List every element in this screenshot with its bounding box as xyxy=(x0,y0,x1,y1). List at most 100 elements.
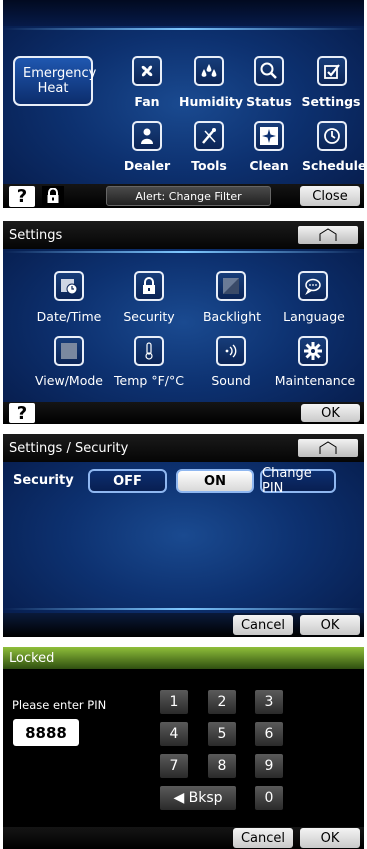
tools-icon xyxy=(202,128,216,144)
locked-screen: Locked Please enter PIN 8888 1 2 3 4 5 6… xyxy=(3,647,364,849)
help-button[interactable]: ? xyxy=(9,186,35,207)
security-label: Security xyxy=(123,309,175,324)
fan-label: Fan xyxy=(134,94,160,109)
change-pin-button[interactable]: Change PIN xyxy=(260,466,336,496)
humidity-icon xyxy=(201,64,217,77)
date-time-label: Date/Time xyxy=(36,309,102,324)
backspace-key[interactable]: ◀ Bksp xyxy=(160,786,236,810)
security-titlebar: Settings / Security xyxy=(3,434,364,462)
house-icon xyxy=(319,441,337,454)
key-6[interactable]: 6 xyxy=(255,722,283,746)
humidity-button[interactable] xyxy=(194,56,224,86)
cancel-button[interactable]: Cancel xyxy=(233,615,293,635)
emergency-heat-label: Emergency Heat xyxy=(23,66,97,96)
bottom-bar: Cancel OK xyxy=(3,613,364,637)
fan-button[interactable] xyxy=(132,56,162,86)
ok-button[interactable]: OK xyxy=(300,615,360,635)
glow-divider xyxy=(3,608,364,610)
lock-icon xyxy=(143,277,155,294)
alert-change-filter[interactable]: Alert: Change Filter xyxy=(106,186,271,206)
key-1[interactable]: 1 xyxy=(160,690,188,714)
language-button[interactable] xyxy=(298,271,328,301)
view-mode-label: View/Mode xyxy=(35,373,103,388)
schedule-label: Schedule xyxy=(302,158,364,173)
backlight-button[interactable] xyxy=(216,271,246,301)
key-8[interactable]: 8 xyxy=(208,754,236,778)
tools-label: Tools xyxy=(191,158,227,173)
key-3[interactable]: 3 xyxy=(255,690,283,714)
status-button[interactable] xyxy=(254,56,284,86)
security-screen: Settings / Security Security OFF ON Chan… xyxy=(3,434,364,637)
lock-button[interactable] xyxy=(42,186,64,206)
security-on-button[interactable]: ON xyxy=(176,469,254,493)
square-icon xyxy=(61,343,77,359)
dealer-button[interactable] xyxy=(132,121,162,151)
pin-prompt: Please enter PIN xyxy=(12,698,107,712)
sparkle-icon xyxy=(260,127,278,145)
bottom-bar: Cancel OK xyxy=(3,827,364,849)
clean-button[interactable] xyxy=(254,121,284,151)
maintenance-label: Maintenance xyxy=(274,373,356,388)
temp-unit-button[interactable] xyxy=(134,336,164,366)
security-button[interactable] xyxy=(134,271,164,301)
key-5[interactable]: 5 xyxy=(208,722,236,746)
page-title: Settings xyxy=(9,227,63,243)
bottom-bar: ? OK xyxy=(3,402,364,424)
status-label: Status xyxy=(246,94,292,109)
language-label: Language xyxy=(283,309,345,324)
clock-icon xyxy=(324,128,340,144)
glow-divider xyxy=(3,251,364,253)
home-screen: Emergency Heat Fan Humidity Status Setti… xyxy=(3,0,364,208)
help-button[interactable]: ? xyxy=(9,403,35,424)
page-title: Settings / Security xyxy=(9,440,129,456)
ok-button[interactable]: OK xyxy=(301,404,360,422)
sound-label: Sound xyxy=(211,373,251,388)
settings-button[interactable] xyxy=(317,56,347,86)
security-label: Security xyxy=(13,473,74,488)
date-time-button[interactable] xyxy=(54,271,84,301)
dealer-label: Dealer xyxy=(123,158,171,173)
locked-titlebar: Locked xyxy=(3,647,364,669)
calendar-clock-icon xyxy=(61,279,78,295)
key-4[interactable]: 4 xyxy=(160,722,188,746)
view-mode-button[interactable] xyxy=(54,336,84,366)
key-2[interactable]: 2 xyxy=(208,690,236,714)
key-7[interactable]: 7 xyxy=(160,754,188,778)
home-button[interactable] xyxy=(298,439,358,457)
settings-titlebar: Settings xyxy=(3,221,364,249)
sound-button[interactable] xyxy=(216,336,246,366)
emergency-heat-button[interactable]: Emergency Heat xyxy=(13,56,97,106)
schedule-button[interactable] xyxy=(317,121,347,151)
home-button[interactable] xyxy=(298,226,358,244)
security-off-button[interactable]: OFF xyxy=(88,469,167,493)
thermometer-icon xyxy=(145,342,153,360)
humidity-label: Humidity xyxy=(179,94,244,109)
page-title: Locked xyxy=(9,650,55,666)
gear-icon xyxy=(304,342,322,360)
cancel-button[interactable]: Cancel xyxy=(233,828,293,848)
tools-button[interactable] xyxy=(194,121,224,151)
temp-unit-label: Temp °F/°C xyxy=(114,373,184,388)
fan-icon xyxy=(141,65,153,77)
key-0[interactable]: 0 xyxy=(255,786,283,810)
pin-field[interactable]: 8888 xyxy=(13,719,79,746)
close-button[interactable]: Close xyxy=(300,186,360,206)
backlight-icon xyxy=(223,278,239,294)
ok-button[interactable]: OK xyxy=(300,828,360,848)
clean-label: Clean xyxy=(249,158,289,173)
person-icon xyxy=(141,128,153,144)
sound-icon xyxy=(225,344,237,358)
glow-divider xyxy=(3,28,364,30)
maintenance-button[interactable] xyxy=(298,336,328,366)
backlight-label: Backlight xyxy=(202,309,262,324)
checkmark-icon xyxy=(324,64,340,79)
key-9[interactable]: 9 xyxy=(255,754,283,778)
house-icon xyxy=(319,228,337,241)
magnifier-icon xyxy=(260,62,277,79)
padlock-icon xyxy=(47,188,59,203)
settings-screen: Settings Date/Time Security Backlight La… xyxy=(3,221,364,424)
top-strip xyxy=(3,0,364,26)
speech-bubble-icon xyxy=(305,278,321,295)
bottom-bar: ? Alert: Change Filter Close xyxy=(3,184,364,208)
settings-label: Settings xyxy=(301,94,361,109)
